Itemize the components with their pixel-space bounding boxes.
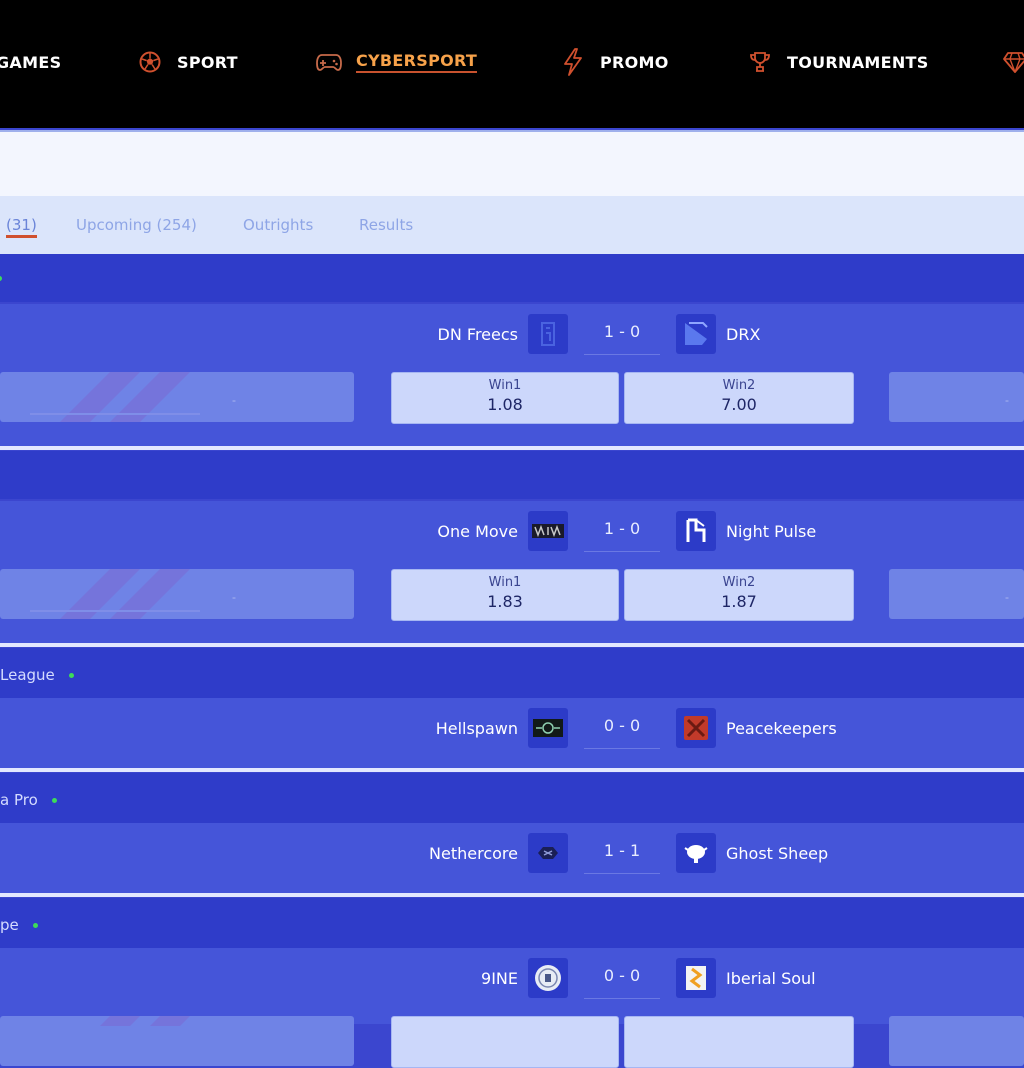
nav-cybersport-label: CYBERSPORT — [356, 51, 478, 73]
team2-name: Night Pulse — [726, 521, 817, 541]
tab-outrights[interactable]: Outrights — [243, 216, 313, 234]
live-indicator — [51, 798, 57, 803]
team2-name: Iberial Soul — [726, 968, 816, 988]
team1-logo — [528, 708, 568, 748]
match-score: 1 - 0 — [603, 322, 641, 341]
team2-logo — [676, 314, 716, 354]
team2-logo — [676, 708, 716, 748]
league-header[interactable]: League — [0, 648, 1024, 698]
match-row[interactable]: DN Freecs 1 - 0 DRX - Win1 1.08 Win2 7.0… — [0, 304, 1024, 446]
team1-name: DN Freecs — [437, 324, 518, 344]
market-banner: - — [0, 569, 354, 619]
team2-name: Ghost Sheep — [726, 843, 829, 863]
team2-name: DRX — [726, 324, 761, 344]
search-bar[interactable] — [0, 130, 1024, 196]
team1-name: One Move — [437, 521, 518, 541]
league-header[interactable] — [0, 254, 1024, 302]
trophy-icon — [747, 49, 773, 75]
soccer-ball-icon — [137, 49, 163, 75]
tab-bar: (31) Upcoming (254) Outrights Results — [0, 196, 1024, 254]
team1-name: Nethercore — [429, 843, 518, 863]
odd-win1-button[interactable]: Win1 1.83 — [391, 569, 619, 621]
live-indicator — [68, 673, 74, 678]
market-banner: - — [0, 372, 354, 422]
stripe-pattern — [30, 569, 200, 619]
match-score: 0 - 0 — [603, 966, 641, 985]
league-name: a Pro — [0, 791, 38, 809]
league-name: League — [0, 666, 55, 684]
team1-name: Hellspawn — [435, 718, 518, 738]
live-indicator — [0, 276, 2, 281]
nav-games-label: GAMES — [0, 52, 62, 72]
match-row[interactable]: Nethercore 1 - 1 Ghost Sheep — [0, 823, 1024, 893]
odd-win2-button[interactable]: Win2 1.87 — [624, 569, 854, 621]
league-header[interactable]: a Pro — [0, 773, 1024, 823]
gamepad-icon — [316, 49, 342, 75]
odd-win1-button[interactable]: Win1 1.08 — [391, 372, 619, 424]
odd-win2-button[interactable]: Win2 7.00 — [624, 372, 854, 424]
team1-logo — [528, 511, 568, 551]
match-row[interactable]: One Move 1 - 0 Night Pulse - Win1 1.83 W… — [0, 501, 1024, 643]
nav-promo[interactable]: PROMO — [560, 48, 669, 76]
tab-results[interactable]: Results — [359, 216, 413, 234]
match-row[interactable]: Hellspawn 0 - 0 Peacekeepers — [0, 698, 1024, 768]
team2-logo — [676, 511, 716, 551]
lightning-icon — [560, 48, 586, 76]
team2-logo — [676, 958, 716, 998]
nav-games[interactable]: GAMES — [0, 48, 61, 76]
league-name: pe — [0, 916, 19, 934]
league-header[interactable] — [0, 451, 1024, 499]
nav-sport-label: SPORT — [177, 52, 238, 72]
match-row[interactable]: 9INE 0 - 0 Iberial Soul — [0, 948, 1024, 1068]
team1-logo — [528, 314, 568, 354]
stripe-pattern — [30, 372, 200, 422]
team1-logo — [528, 833, 568, 873]
league-header[interactable]: pe — [0, 898, 1024, 948]
team2-logo — [676, 833, 716, 873]
tab-live[interactable]: (31) — [6, 216, 37, 238]
team1-name: 9INE — [481, 968, 518, 988]
team1-logo — [528, 958, 568, 998]
match-score: 1 - 1 — [603, 841, 641, 860]
team2-name: Peacekeepers — [726, 718, 837, 738]
top-navigation: GAMES SPORT CYBERSPORT PROMO TOURNAMENTS — [0, 0, 1024, 128]
nav-sport[interactable]: SPORT — [137, 48, 238, 76]
tab-upcoming[interactable]: Upcoming (254) — [76, 216, 197, 234]
diamond-icon — [1002, 49, 1024, 75]
nav-promo-label: PROMO — [600, 52, 669, 72]
odd-more-button[interactable]: - — [889, 569, 1024, 619]
nav-tournaments[interactable]: TOURNAMENTS — [747, 48, 929, 76]
live-indicator — [32, 923, 38, 928]
nav-more[interactable] — [1002, 48, 1024, 76]
match-score: 0 - 0 — [603, 716, 641, 735]
odd-more-button[interactable]: - — [889, 372, 1024, 422]
nav-tournaments-label: TOURNAMENTS — [787, 52, 929, 72]
nav-cybersport[interactable]: CYBERSPORT — [316, 48, 478, 76]
match-score: 1 - 0 — [603, 519, 641, 538]
